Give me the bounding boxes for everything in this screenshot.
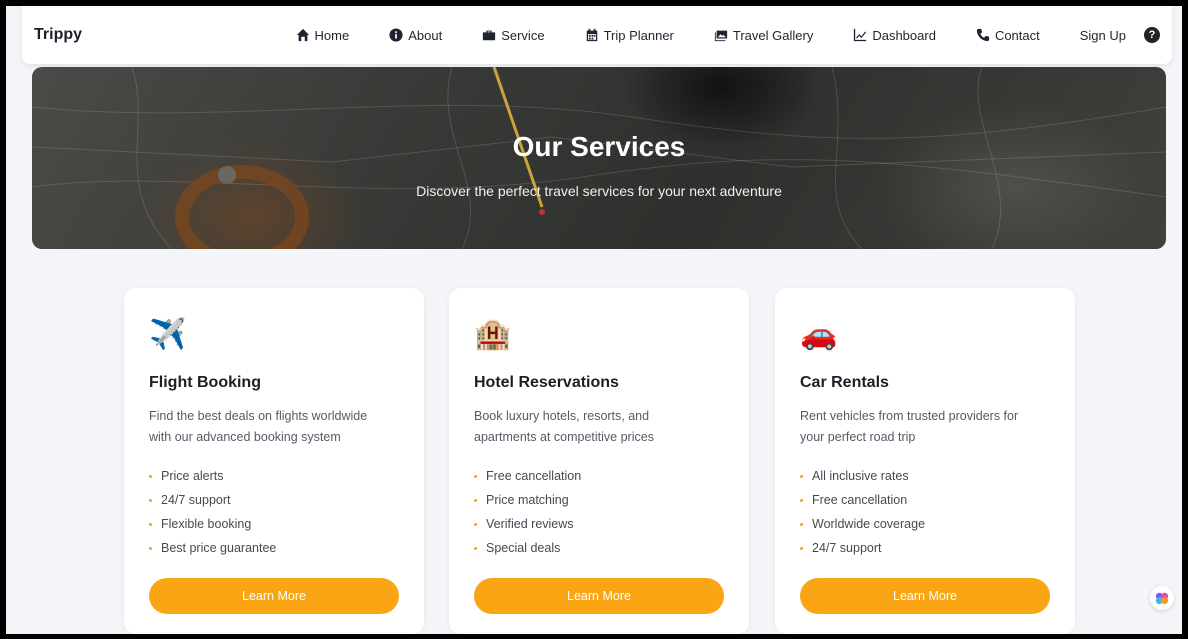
nav-home[interactable]: Home (296, 27, 350, 43)
learn-more-button[interactable]: Learn More (474, 578, 724, 614)
nav-service[interactable]: Service (482, 27, 545, 43)
nav-dashboard-label: Dashboard (872, 27, 936, 43)
list-item: Price alerts (149, 464, 399, 488)
bullet-icon (149, 498, 152, 502)
bullet-icon (149, 474, 152, 478)
info-icon (389, 28, 403, 42)
nav-trip-planner[interactable]: Trip Planner (585, 28, 674, 43)
bullet-icon (800, 498, 803, 502)
feature-label: 24/7 support (812, 541, 882, 555)
nav-home-label: Home (314, 27, 350, 43)
brain-icon (1155, 592, 1169, 605)
card-description: Book luxury hotels, resorts, and apartme… (474, 409, 654, 444)
home-icon (296, 28, 309, 42)
hotel-icon: 🏨 (474, 317, 512, 351)
phone-icon (976, 28, 990, 42)
calendar-icon (586, 28, 597, 42)
feature-label: Free cancellation (486, 469, 582, 483)
nav-signup-label: Sign Up (1079, 27, 1126, 43)
hero-banner: Our Services Discover the perfect travel… (32, 67, 1166, 249)
feature-label: Price alerts (161, 469, 224, 483)
hero-title: Our Services (512, 131, 686, 162)
service-card-flight: ✈️ Flight Booking Find the best deals on… (124, 288, 424, 634)
bullet-icon (800, 546, 803, 550)
list-item: Free cancellation (474, 464, 724, 488)
list-item: Price matching (474, 488, 724, 512)
list-item: Flexible booking (149, 512, 399, 536)
airplane-icon: ✈️ (149, 317, 187, 351)
feature-label: Special deals (486, 541, 561, 555)
bullet-icon (149, 522, 152, 526)
card-title: Flight Booking (149, 374, 261, 391)
card-title: Hotel Reservations (474, 374, 619, 391)
feature-label: Price matching (486, 493, 569, 507)
list-item: All inclusive rates (800, 464, 1050, 488)
feature-list: All inclusive rates Free cancellation Wo… (800, 464, 1050, 560)
nav-links: Home About Service Trip Planner Travel G… (296, 27, 1160, 43)
nav-travel-gallery-label: Travel Gallery (732, 27, 814, 43)
card-description: Find the best deals on flights worldwide… (149, 409, 368, 444)
service-card-hotel: 🏨 Hotel Reservations Book luxury hotels,… (449, 288, 749, 634)
chart-line-icon (854, 28, 867, 42)
list-item: 24/7 support (800, 536, 1050, 560)
bullet-icon (800, 522, 803, 526)
hero-subtitle: Discover the perfect travel services for… (416, 183, 782, 199)
service-card-car: 🚗 Car Rentals Rent vehicles from trusted… (775, 288, 1075, 634)
list-item: Special deals (474, 536, 724, 560)
bullet-icon (800, 474, 803, 478)
feature-label: 24/7 support (161, 493, 231, 507)
nav-travel-gallery[interactable]: Travel Gallery (714, 28, 813, 43)
feature-label: Best price guarantee (161, 541, 277, 555)
feature-list: Free cancellation Price matching Verifie… (474, 464, 724, 560)
nav-signup[interactable]: Sign Up (1080, 28, 1126, 43)
list-item: Verified reviews (474, 512, 724, 536)
learn-more-button[interactable]: Learn More (149, 578, 399, 614)
feature-label: Free cancellation (812, 493, 908, 507)
bullet-icon (474, 522, 477, 526)
learn-more-button[interactable]: Learn More (800, 578, 1050, 614)
nav-trip-planner-label: Trip Planner (603, 27, 674, 43)
feature-label: Worldwide coverage (812, 517, 926, 531)
nav-dashboard[interactable]: Dashboard (853, 28, 936, 43)
card-title: Car Rentals (800, 374, 889, 391)
page-frame: Trippy Home About Service Trip Planner T… (6, 6, 1182, 634)
list-item: Worldwide coverage (800, 512, 1050, 536)
feature-list: Price alerts 24/7 support Flexible booki… (149, 464, 399, 560)
briefcase-icon (483, 30, 496, 41)
help-icon[interactable]: ? (1144, 27, 1160, 43)
feature-label: All inclusive rates (812, 469, 909, 483)
images-icon (714, 30, 728, 42)
bullet-icon (474, 474, 477, 478)
list-item: Free cancellation (800, 488, 1050, 512)
bullet-icon (474, 498, 477, 502)
assistant-widget-button[interactable] (1150, 586, 1174, 610)
nav-contact[interactable]: Contact (976, 28, 1040, 43)
card-description: Rent vehicles from trusted providers for… (800, 409, 1019, 444)
feature-label: Verified reviews (486, 517, 574, 531)
car-icon: 🚗 (800, 317, 838, 351)
nav-contact-label: Contact (994, 27, 1040, 43)
bullet-icon (149, 546, 152, 550)
brand-logo[interactable]: Trippy (34, 26, 82, 44)
feature-label: Flexible booking (161, 517, 252, 531)
nav-service-label: Service (501, 27, 545, 43)
bullet-icon (474, 546, 477, 550)
list-item: 24/7 support (149, 488, 399, 512)
list-item: Best price guarantee (149, 536, 399, 560)
nav-about[interactable]: About (389, 28, 442, 43)
nav-about-label: About (408, 27, 443, 43)
navbar: Trippy Home About Service Trip Planner T… (22, 6, 1172, 64)
